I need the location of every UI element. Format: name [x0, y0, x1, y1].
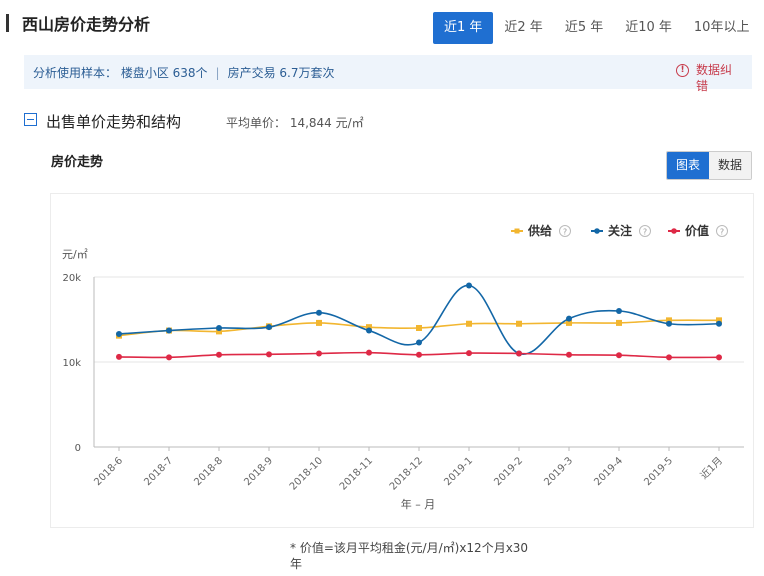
- legend-label[interactable]: 供给: [527, 223, 552, 238]
- view-toggle: 图表 数据: [666, 151, 752, 180]
- series-point[interactable]: [666, 320, 672, 327]
- help-icon-mark: ?: [563, 228, 567, 237]
- x-tick-label: 2018-10: [288, 455, 325, 492]
- data-correction-label: 数据纠错: [696, 63, 733, 93]
- legend-marker: [594, 228, 600, 234]
- sample-info-bar: 分析使用样本： 楼盘小区 638个 | 房产交易 6.7万套次 ! 数据纠错: [24, 55, 752, 93]
- series-point[interactable]: [516, 320, 522, 327]
- series-point[interactable]: [566, 351, 572, 358]
- series-point[interactable]: [416, 325, 422, 331]
- x-tick-label: 2019-3: [542, 455, 575, 488]
- series-point[interactable]: [316, 350, 322, 357]
- alert-circle-icon: !: [676, 64, 689, 77]
- series-point[interactable]: [566, 315, 572, 322]
- y-axis-unit: 元/㎡: [62, 248, 88, 261]
- series-point[interactable]: [616, 352, 622, 359]
- series-point[interactable]: [316, 309, 322, 316]
- chart-view-button[interactable]: 图表: [667, 152, 709, 179]
- series-point[interactable]: [116, 330, 122, 337]
- series-point[interactable]: [416, 351, 422, 358]
- chart-title: 房价走势: [51, 155, 104, 170]
- series-point[interactable]: [166, 327, 172, 334]
- legend-marker: [514, 228, 520, 234]
- series-point[interactable]: [466, 350, 472, 357]
- price-trend-chart: 元/㎡ 0 10k 20k 2018-6 2018-7 2018-8 2018-9 2018-1…: [62, 223, 744, 511]
- footnote: * 价值=该月平均租金(元/月/㎡)x12个月x30年: [290, 541, 529, 571]
- series-point[interactable]: [466, 320, 472, 327]
- series-point[interactable]: [666, 354, 672, 361]
- tab-2-years[interactable]: 近2 年: [493, 12, 553, 44]
- x-tick-label: 2019-1: [442, 455, 475, 488]
- x-tick-label: 2018-7: [142, 455, 175, 488]
- series-point[interactable]: [366, 349, 372, 356]
- tab-over-10-years[interactable]: 10年以上: [683, 12, 761, 44]
- tab-1-year[interactable]: 近1 年: [433, 12, 494, 44]
- series-point[interactable]: [716, 320, 722, 327]
- x-tick-label: 2018-12: [388, 455, 425, 492]
- y-tick-label: 0: [75, 443, 81, 454]
- x-tick-label: 2019-2: [492, 455, 525, 488]
- y-tick-label: 20k: [62, 273, 81, 284]
- x-tick-label: 2018-11: [338, 455, 375, 492]
- series-point[interactable]: [416, 339, 422, 346]
- series-point[interactable]: [216, 325, 222, 331]
- average-price: 平均单价： 14,844 元/㎡: [226, 116, 364, 130]
- series-point[interactable]: [316, 319, 322, 326]
- help-icon-mark: ?: [643, 228, 647, 237]
- x-tick-label: 近1月: [697, 454, 725, 482]
- tab-5-years[interactable]: 近5 年: [554, 12, 614, 44]
- series-point[interactable]: [166, 354, 172, 361]
- series-point[interactable]: [266, 351, 272, 358]
- trade-count: 房产交易 6.7万套次: [227, 66, 335, 80]
- legend-marker: [671, 228, 677, 234]
- x-tick-label: 2019-4: [592, 455, 625, 488]
- info-separator: |: [215, 66, 220, 80]
- series-point[interactable]: [466, 282, 472, 289]
- collapse-toggle-icon[interactable]: [24, 113, 37, 126]
- chart-container: 元/㎡ 0 10k 20k 2018-6 2018-7 2018-8 2018-9 2018-1…: [50, 193, 754, 528]
- data-view-button[interactable]: 数据: [709, 152, 751, 179]
- x-tick-label: 2018-6: [92, 455, 125, 488]
- x-tick-label: 2019-5: [642, 455, 675, 488]
- x-axis-title: 年 – 月: [401, 497, 436, 511]
- section-title: 出售单价走势和结构: [46, 113, 182, 131]
- sample-info-text: 分析使用样本： 楼盘小区 638个 | 房产交易 6.7万套次: [33, 64, 335, 81]
- y-tick-label: 10k: [62, 358, 81, 369]
- legend-label[interactable]: 价值: [685, 223, 709, 238]
- legend-label[interactable]: 关注: [608, 223, 632, 238]
- series-point[interactable]: [366, 327, 372, 334]
- series-point[interactable]: [516, 350, 522, 357]
- x-tick-label: 2018-9: [242, 455, 275, 488]
- period-tabs: 近1 年 近2 年 近5 年 近10 年 10年以上: [433, 12, 760, 44]
- sample-count: 分析使用样本： 楼盘小区 638个: [33, 66, 208, 80]
- series-point[interactable]: [116, 353, 122, 360]
- series-point[interactable]: [716, 354, 722, 361]
- series-point[interactable]: [616, 308, 622, 314]
- x-tick-label: 2018-8: [192, 455, 225, 488]
- series-point[interactable]: [216, 351, 222, 358]
- tab-10-years[interactable]: 近10 年: [614, 12, 683, 44]
- title-accent-bar: [6, 14, 9, 32]
- help-icon-mark: ?: [720, 228, 724, 237]
- series-point[interactable]: [616, 319, 622, 326]
- page-title: 西山房价走势分析: [22, 15, 151, 34]
- series-point[interactable]: [266, 324, 272, 331]
